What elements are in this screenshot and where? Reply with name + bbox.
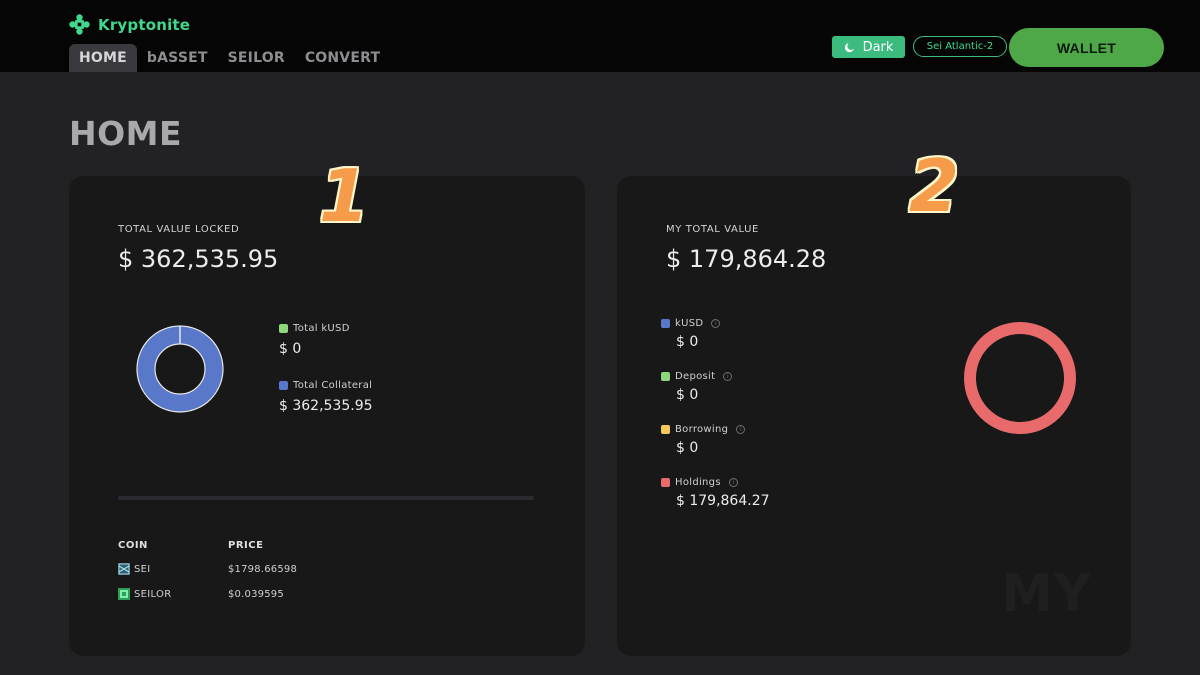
legend-total-kusd: Total kUSD xyxy=(279,323,350,334)
table-row: SEILOR xyxy=(118,588,171,600)
legend-label: Total Collateral xyxy=(293,380,373,391)
donut-slice-holdings xyxy=(964,322,1076,434)
tvl-label: TOTAL VALUE LOCKED xyxy=(118,224,240,235)
tab-home[interactable]: HOME xyxy=(69,44,137,72)
section-divider xyxy=(118,496,534,500)
tab-basset[interactable]: bASSET xyxy=(137,44,218,72)
coin-name: SEILOR xyxy=(134,588,172,600)
brand-logo[interactable]: Kryptonite xyxy=(69,14,190,35)
info-icon[interactable]: i xyxy=(736,425,746,434)
legend-label: Total kUSD xyxy=(293,323,350,334)
legend-total-collateral: Total Collateral xyxy=(279,380,372,391)
legend-kusd-value: $ 0 xyxy=(676,334,699,350)
legend-swatch xyxy=(661,425,670,434)
table-row: SEI xyxy=(118,563,151,575)
legend-deposit: Deposit i xyxy=(661,371,733,382)
legend-label: Holdings xyxy=(675,477,721,488)
main-nav: HOME bASSET SEILOR CONVERT xyxy=(69,44,390,72)
legend-holdings: Holdings i xyxy=(661,477,738,488)
tvl-value: $ 362,535.95 xyxy=(118,245,279,273)
column-header-coin: COIN xyxy=(118,540,148,551)
tab-seilor[interactable]: SEILOR xyxy=(218,44,295,72)
info-icon[interactable]: i xyxy=(723,372,733,381)
wallet-button[interactable]: WALLET xyxy=(1009,28,1164,67)
kryptonite-logo-icon xyxy=(69,14,90,35)
legend-label: Borrowing xyxy=(675,424,729,435)
my-value-donut-chart xyxy=(964,322,1076,434)
page-title: HOME xyxy=(69,114,183,153)
theme-toggle-button[interactable]: Dark xyxy=(832,36,905,58)
legend-total-collateral-value: $ 362,535.95 xyxy=(279,398,373,414)
my-total-value: $ 179,864.28 xyxy=(666,245,827,273)
donut-slice-total-collateral xyxy=(137,326,223,412)
annotation-badge-2: 2 xyxy=(909,144,960,228)
my-watermark: MY xyxy=(1001,564,1093,624)
legend-borrowing: Borrowing i xyxy=(661,424,746,435)
seilor-coin-icon xyxy=(118,588,130,600)
brand-name: Kryptonite xyxy=(98,15,191,34)
donut-outline-inner xyxy=(154,343,206,395)
coin-price: $1798.66598 xyxy=(228,564,298,575)
top-header: Kryptonite HOME bASSET SEILOR CONVERT Da… xyxy=(0,0,1200,72)
legend-label: kUSD xyxy=(675,318,704,329)
sei-coin-icon xyxy=(118,563,130,575)
moon-icon xyxy=(844,41,855,52)
legend-swatch xyxy=(661,372,670,381)
legend-borrowing-value: $ 0 xyxy=(676,440,699,456)
legend-swatch xyxy=(661,319,670,328)
network-selector-button[interactable]: Sei Atlantic-2 xyxy=(913,36,1007,57)
coin-price: $0.039595 xyxy=(228,589,284,600)
theme-toggle-label: Dark xyxy=(862,39,894,55)
legend-holdings-value: $ 179,864.27 xyxy=(676,493,770,509)
legend-label: Deposit xyxy=(675,371,716,382)
info-icon[interactable]: i xyxy=(711,319,721,328)
my-total-value-label: MY TOTAL VALUE xyxy=(666,224,759,235)
info-icon[interactable]: i xyxy=(728,478,738,487)
legend-kusd: kUSD i xyxy=(661,318,721,329)
legend-swatch xyxy=(279,381,288,390)
legend-swatch xyxy=(661,478,670,487)
legend-deposit-value: $ 0 xyxy=(676,387,699,403)
legend-total-kusd-value: $ 0 xyxy=(279,341,302,357)
tvl-donut-chart xyxy=(136,325,224,413)
tab-convert[interactable]: CONVERT xyxy=(295,44,390,72)
legend-swatch xyxy=(279,324,288,333)
my-total-value-card: MY TOTAL VALUE $ 179,864.28 kUSD i $ 0 D… xyxy=(617,150,1131,656)
column-header-price: PRICE xyxy=(228,540,264,551)
annotation-badge-1: 1 xyxy=(319,154,370,238)
coin-name: SEI xyxy=(134,563,151,575)
total-value-locked-card: TOTAL VALUE LOCKED $ 362,535.95 Total kU… xyxy=(69,160,585,656)
